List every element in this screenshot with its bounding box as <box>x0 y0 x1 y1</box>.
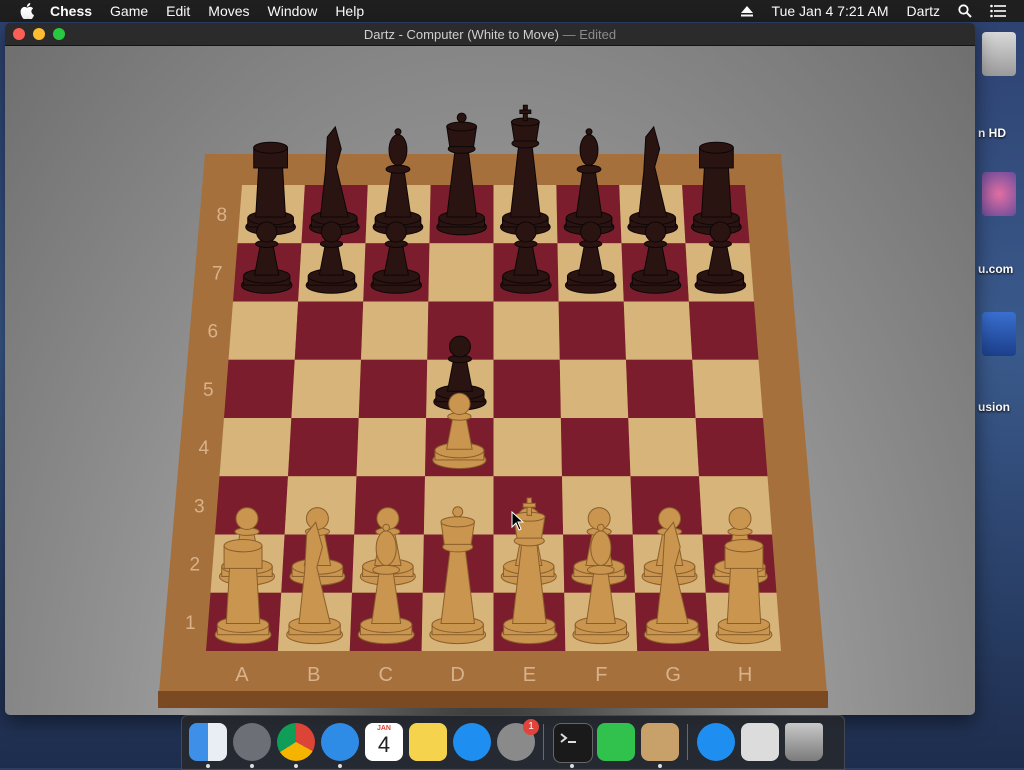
menu-moves[interactable]: Moves <box>208 3 249 19</box>
calendar-day: 4 <box>377 732 391 757</box>
dock-running-indicator <box>338 764 342 768</box>
chess-scene[interactable]: A B C D E F G H 8 7 6 5 4 3 2 1 <box>5 46 975 715</box>
dock-running-indicator <box>206 764 210 768</box>
desktop-icon-label: u.com <box>978 262 1014 276</box>
file-label-c: C <box>378 664 392 686</box>
menu-game[interactable]: Game <box>110 3 148 19</box>
vmware-fusion-icon <box>982 312 1016 356</box>
calendar-month: JAN <box>376 725 391 732</box>
file-label-a: A <box>235 664 249 686</box>
board-square-c5[interactable] <box>358 359 428 418</box>
desktop-drive-icon[interactable]: n HD <box>976 32 1024 140</box>
system-preferences-icon[interactable]: 1 <box>497 719 539 761</box>
board-square-b4[interactable] <box>288 418 359 477</box>
safari-icon[interactable] <box>321 723 359 761</box>
notification-center-icon[interactable] <box>990 4 1006 18</box>
board-square-g4[interactable] <box>628 418 699 477</box>
dock-running-indicator <box>658 764 662 768</box>
menubar-user[interactable]: Dartz <box>907 3 940 19</box>
calendar-icon[interactable]: JAN 4 <box>365 723 403 761</box>
chrome-icon[interactable] <box>277 723 315 761</box>
board-square-h4[interactable] <box>695 418 768 477</box>
apple-menu-icon[interactable] <box>20 3 34 19</box>
terminal-icon[interactable] <box>553 723 593 763</box>
rank-label-7: 7 <box>212 263 223 284</box>
board-square-b5[interactable] <box>291 359 361 418</box>
dock-running-indicator <box>294 764 298 768</box>
dock-running-indicator <box>250 764 254 768</box>
dock-separator <box>543 724 544 760</box>
dock-separator <box>687 724 688 760</box>
notes-icon[interactable] <box>409 723 447 761</box>
board-square-c6[interactable] <box>361 301 429 360</box>
desktop-vmware-icon[interactable]: usion <box>976 312 1024 414</box>
dock: JAN 4 1 <box>181 715 845 770</box>
rank-label-5: 5 <box>203 380 214 401</box>
mouse-pointer-icon <box>511 511 525 531</box>
app-icon <box>982 172 1016 216</box>
hard-drive-icon <box>982 32 1016 76</box>
launchpad-icon[interactable] <box>233 723 271 761</box>
rank-label-4: 4 <box>198 438 209 459</box>
board-square-a6[interactable] <box>228 301 299 360</box>
desktop-icon-label: n HD <box>978 126 1006 140</box>
board-square-d7[interactable] <box>428 243 494 302</box>
menu-app-name[interactable]: Chess <box>50 3 92 19</box>
file-label-d: D <box>450 664 464 686</box>
menubar-clock[interactable]: Tue Jan 4 7:21 AM <box>772 3 889 19</box>
board-frame-edge <box>158 691 828 708</box>
board-square-g6[interactable] <box>623 301 693 360</box>
trash-icon[interactable] <box>785 723 823 761</box>
file-label-h: H <box>738 664 752 686</box>
chess-icon[interactable] <box>641 723 679 761</box>
board-square-h6[interactable] <box>688 301 759 360</box>
chess-window: Dartz - Computer (White to Move) — Edite… <box>5 23 975 715</box>
file-label-b: B <box>307 664 320 686</box>
menu-bar: Chess Game Edit Moves Window Help Tue Ja… <box>0 0 1024 22</box>
board-square-f4[interactable] <box>560 418 631 477</box>
board-square-f6[interactable] <box>558 301 626 360</box>
menu-help[interactable]: Help <box>335 3 364 19</box>
notification-badge: 1 <box>523 719 539 735</box>
app-store-downloads-icon[interactable] <box>697 723 735 761</box>
rank-label-8: 8 <box>216 205 227 226</box>
board-square-a4[interactable] <box>219 418 292 477</box>
board-square-f5[interactable] <box>559 359 629 418</box>
desktop-app-icon[interactable]: u.com <box>976 172 1024 276</box>
menu-window[interactable]: Window <box>268 3 318 19</box>
file-label-e: E <box>523 664 536 686</box>
chess-board-3d[interactable]: A B C D E F G H 8 7 6 5 4 3 2 1 <box>5 46 975 715</box>
document-icon[interactable] <box>741 723 779 761</box>
window-edited-status: — Edited <box>558 27 617 42</box>
board-square-g5[interactable] <box>626 359 696 418</box>
window-titlebar[interactable]: Dartz - Computer (White to Move) — Edite… <box>5 23 975 46</box>
board-square-e4[interactable] <box>493 418 563 477</box>
rank-label-3: 3 <box>194 496 205 517</box>
menu-edit[interactable]: Edit <box>166 3 190 19</box>
terminal-prompt-glyph <box>560 733 576 743</box>
board-square-c4[interactable] <box>356 418 427 477</box>
board-square-a5[interactable] <box>224 359 295 418</box>
file-label-g: G <box>665 664 681 686</box>
rank-label-2: 2 <box>189 555 200 576</box>
board-square-e5[interactable] <box>493 359 561 418</box>
app-store-icon[interactable] <box>453 723 491 761</box>
rank-label-1: 1 <box>185 613 196 634</box>
eject-icon[interactable] <box>740 4 754 18</box>
file-label-f: F <box>595 664 607 686</box>
facetime-icon[interactable] <box>597 723 635 761</box>
board-square-b6[interactable] <box>294 301 364 360</box>
board-square-h5[interactable] <box>692 359 763 418</box>
window-title-text: Dartz - Computer (White to Move) <box>363 27 559 42</box>
window-title: Dartz - Computer (White to Move) — Edite… <box>5 27 975 42</box>
desktop-icon-label: usion <box>978 400 1010 414</box>
board-square-e6[interactable] <box>493 301 560 360</box>
spotlight-search-icon[interactable] <box>958 4 972 18</box>
finder-icon[interactable] <box>189 723 227 761</box>
dock-running-indicator <box>570 764 574 768</box>
rank-label-6: 6 <box>207 322 218 343</box>
